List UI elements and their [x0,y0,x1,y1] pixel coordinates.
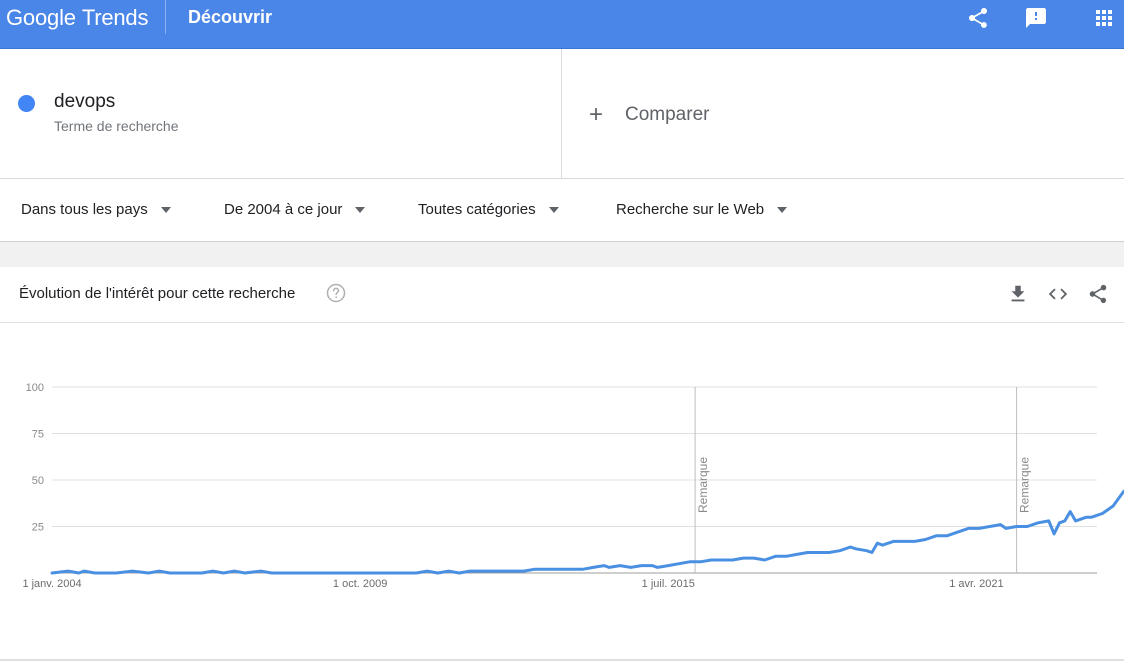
compare-label: Comparer [625,104,710,125]
x-tick-label: 1 juil. 2015 [642,578,695,590]
search-type-filter-label: Recherche sur le Web [616,201,765,218]
help-icon[interactable] [326,283,346,303]
section-gap [0,242,1124,267]
chevron-down-icon [777,207,788,213]
annotation-label: Remarque [696,457,710,513]
google-trends-logo[interactable]: Google Trends [6,5,148,31]
search-type-filter-dropdown[interactable]: Recherche sur le Web [616,201,788,219]
period-filter-dropdown[interactable]: De 2004 à ce jour [224,201,366,219]
term-color-dot [18,95,35,112]
chart-svg: 100 75 50 25 1 janv. 2004 1 oct. 2009 1 juil. … [22,382,1124,590]
x-tick-label: 1 avr. 2021 [949,578,1003,590]
y-tick-label: 100 [26,382,44,394]
google-wordmark: Google [6,5,76,30]
chevron-down-icon [160,207,171,213]
filter-bar: Dans tous les pays De 2004 à ce jour Tou… [0,179,1124,242]
search-terms-row: devops Terme de recherche + Comparer [0,49,1124,179]
card-title: Évolution de l'intérêt pour cette recher… [19,285,296,302]
interest-over-time-card: Évolution de l'intérêt pour cette recher… [0,267,1124,659]
y-tick-label: 75 [32,429,44,441]
annotation-label: Remarque [1018,457,1032,513]
embed-code-icon[interactable] [1047,283,1069,305]
card-header: Évolution de l'intérêt pour cette recher… [0,267,1124,323]
chevron-down-icon [355,207,366,213]
feedback-icon[interactable] [1024,6,1048,30]
topbar-divider [165,0,166,34]
plus-icon: + [589,101,604,128]
search-term[interactable]: devops [54,91,115,113]
x-tick-label: 1 janv. 2004 [22,578,81,590]
interest-line-chart[interactable]: 100 75 50 25 1 janv. 2004 1 oct. 2009 1 juil. … [0,323,1124,659]
y-tick-label: 50 [32,475,44,487]
y-tick-label: 25 [32,522,44,534]
x-tick-label: 1 oct. 2009 [333,578,387,590]
search-row-divider [561,49,562,178]
period-filter-label: De 2004 à ce jour [224,201,343,218]
compare-button[interactable]: + Comparer [589,103,709,127]
country-filter-dropdown[interactable]: Dans tous les pays [21,201,171,219]
share-icon[interactable] [1087,283,1109,305]
country-filter-label: Dans tous les pays [21,201,148,218]
search-term-type: Terme de recherche [54,118,179,134]
apps-grid-icon[interactable] [1092,6,1116,30]
share-icon[interactable] [966,6,990,30]
top-app-bar: Google Trends Découvrir [0,0,1124,49]
page-title[interactable]: Découvrir [188,6,272,28]
category-filter-label: Toutes catégories [418,201,536,218]
download-icon[interactable] [1007,283,1029,305]
trends-wordmark: Trends [81,5,149,30]
chevron-down-icon [548,207,559,213]
category-filter-dropdown[interactable]: Toutes catégories [418,201,559,219]
